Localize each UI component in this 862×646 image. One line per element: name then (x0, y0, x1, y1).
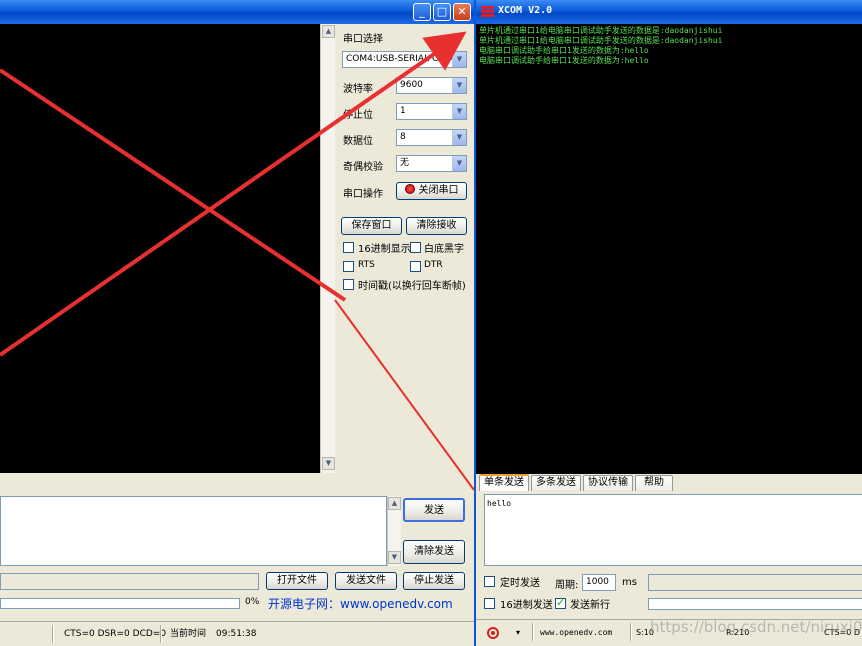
status-dropdown-icon[interactable]: ▾ (516, 624, 520, 642)
parity-label: 奇偶校验 (343, 162, 383, 173)
receive-output-area[interactable] (0, 24, 320, 473)
port-value: COM4:USB-SERIAL CH340 (346, 54, 463, 64)
maximize-button[interactable]: □ (433, 3, 451, 21)
timestamp-checkbox[interactable] (343, 279, 354, 290)
left-title-bar: _ □ ✕ (0, 0, 474, 24)
timed-send-checkbox[interactable] (484, 576, 495, 587)
chevron-down-icon[interactable]: ▼ (452, 78, 466, 93)
tab-protocol[interactable]: 协议传输 (583, 475, 633, 491)
stop-bits-label: 停止位 (343, 110, 373, 121)
baud-value: 9600 (400, 80, 423, 90)
status-lines: CTS=0 DSR=0 DCD=0 (64, 629, 167, 639)
port-label: 串口选择 (343, 34, 383, 45)
white-bg-checkbox[interactable] (410, 242, 421, 253)
port-select[interactable]: COM4:USB-SERIAL CH340 ▼ (342, 51, 467, 68)
hex-send-label: 16进制发送 (500, 600, 553, 611)
chevron-down-icon[interactable]: ▼ (452, 52, 466, 67)
hex-display-checkbox[interactable] (343, 242, 354, 253)
newline-send-label: 发送新行 (570, 600, 610, 611)
send-button[interactable]: 发送 (403, 498, 465, 522)
minimize-button[interactable]: _ (413, 3, 431, 21)
chevron-down-icon[interactable]: ▼ (452, 156, 466, 171)
clear-receive-button[interactable]: 清除接收 (406, 217, 467, 235)
open-file-button[interactable]: 打开文件 (266, 572, 328, 590)
timestamp-label: 时间戳(以换行回车断帧) (358, 281, 466, 292)
clear-send-button[interactable]: 清除发送 (403, 540, 465, 564)
period-label: 周期: (555, 580, 579, 591)
data-bits-label: 数据位 (343, 136, 373, 147)
scroll-up-icon[interactable]: ▲ (322, 25, 335, 38)
timed-send-label: 定时发送 (500, 578, 540, 589)
data-bits-value: 8 (400, 132, 406, 142)
record-icon (404, 184, 415, 194)
output-line: 电脑串口调试助手给串口1发送的数据为:hello (479, 46, 649, 55)
newline-send-checkbox[interactable] (555, 596, 566, 609)
left-serial-window: _ □ ✕ ▲ ▼ 串口选择 COM4:USB-SERIAL CH340 ▼ 波… (0, 0, 474, 646)
period-input[interactable]: 1000 (582, 574, 616, 591)
status-divider (160, 625, 162, 643)
status-time: 09:51:38 (216, 629, 257, 639)
baud-select[interactable]: 9600 ▼ (396, 77, 467, 94)
send-input-area[interactable] (0, 496, 387, 566)
stop-bits-select[interactable]: 1 ▼ (396, 103, 467, 120)
save-window-button[interactable]: 保存窗口 (341, 217, 402, 235)
xcom-progress-bar (648, 598, 862, 610)
tab-single-send[interactable]: 单条发送 (479, 474, 529, 491)
parity-select[interactable]: 无 ▼ (396, 155, 467, 172)
port-op-label: 串口操作 (343, 189, 383, 200)
hex-display-label: 16进制显示 (358, 244, 411, 255)
file-path-field[interactable] (0, 573, 259, 590)
send-progress-bar (0, 598, 240, 609)
csdn-watermark: https://blog.csdn.net/niruxi0401 (650, 618, 862, 636)
xcom-receive-output[interactable]: 单片机通过串口1给电脑串口调试助手发送的数据是:daodanjishui 单片机… (476, 24, 862, 474)
timed-send-field[interactable] (648, 574, 862, 591)
parity-value: 无 (400, 158, 410, 168)
output-line: 单片机通过串口1给电脑串口调试助手发送的数据是:daodanjishui (479, 36, 723, 45)
status-divider (630, 623, 632, 641)
openedv-link[interactable]: 开源电子网：www.openedv.com (268, 595, 453, 612)
dtr-checkbox[interactable] (410, 261, 421, 272)
output-line: 单片机通过串口1给电脑串口调试助手发送的数据是:daodanjishui (479, 26, 723, 35)
xcom-title: XCOM V2.0 (498, 5, 553, 16)
status-url: www.openedv.com (540, 628, 613, 637)
status-divider (532, 623, 534, 641)
tab-multi-send[interactable]: 多条发送 (531, 475, 581, 491)
rts-checkbox[interactable] (343, 261, 354, 272)
left-status-bar: CTS=0 DSR=0 DCD=0 当前时间 09:51:38 (0, 621, 474, 646)
xcom-send-input[interactable]: hello (484, 494, 862, 566)
white-bg-label: 白底黑字 (424, 244, 464, 255)
scroll-up-icon[interactable]: ▲ (388, 497, 401, 510)
dtr-label: DTR (424, 260, 443, 270)
hex-send-checkbox[interactable] (484, 598, 495, 609)
tab-help[interactable]: 帮助 (635, 475, 673, 491)
progress-percent: 0% (245, 597, 260, 607)
chevron-down-icon[interactable]: ▼ (452, 104, 466, 119)
baud-label: 波特率 (343, 84, 373, 95)
send-scrollbar[interactable]: ▲ ▼ (387, 496, 401, 566)
close-port-button[interactable]: 关闭串口 (396, 182, 467, 200)
xcom-title-bar: XCOM V2.0 (476, 0, 862, 24)
scroll-down-icon[interactable]: ▼ (322, 457, 335, 470)
settings-panel: 串口选择 COM4:USB-SERIAL CH340 ▼ 波特率 9600 ▼ … (336, 24, 474, 494)
receive-scrollbar[interactable]: ▲ ▼ (320, 24, 335, 473)
close-button[interactable]: ✕ (453, 3, 471, 21)
stop-send-button[interactable]: 停止发送 (403, 572, 465, 590)
xcom-logo-icon (481, 6, 494, 17)
data-bits-select[interactable]: 8 ▼ (396, 129, 467, 146)
scroll-down-icon[interactable]: ▼ (388, 551, 401, 564)
stop-bits-value: 1 (400, 106, 406, 116)
chevron-down-icon[interactable]: ▼ (452, 130, 466, 145)
output-line: 电脑串口调试助手给串口1发送的数据为:hello (479, 56, 649, 65)
status-time-label: 当前时间 (170, 629, 207, 639)
settings-gear-icon[interactable] (487, 627, 499, 639)
xcom-window: XCOM V2.0 单片机通过串口1给电脑串口调试助手发送的数据是:daodan… (474, 0, 862, 646)
period-unit: ms (622, 577, 637, 588)
rts-label: RTS (358, 260, 375, 270)
close-port-label: 关闭串口 (418, 185, 459, 196)
send-file-button[interactable]: 发送文件 (335, 572, 397, 590)
status-divider (52, 625, 54, 643)
